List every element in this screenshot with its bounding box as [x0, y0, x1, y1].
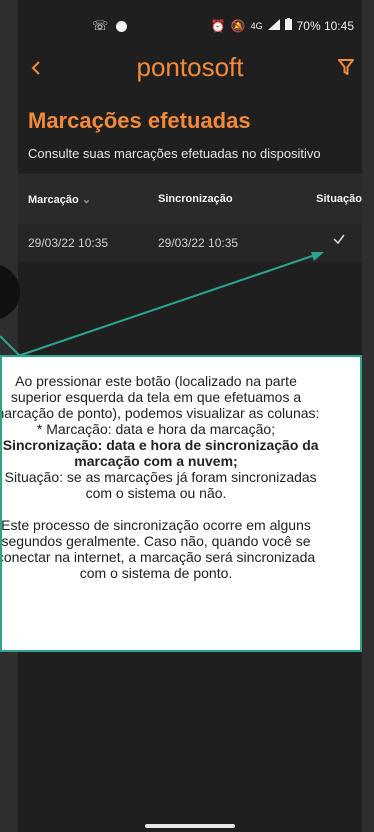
annotation-callout: Ao pressionar este botão (localizado na …: [0, 355, 362, 652]
phone-screen: ☏ ⏰ 🔕 4G 70% 10:45 pontosoft Marcações e…: [0, 0, 374, 832]
callout-text: Ao pressionar este botão (localizado na …: [0, 373, 320, 581]
